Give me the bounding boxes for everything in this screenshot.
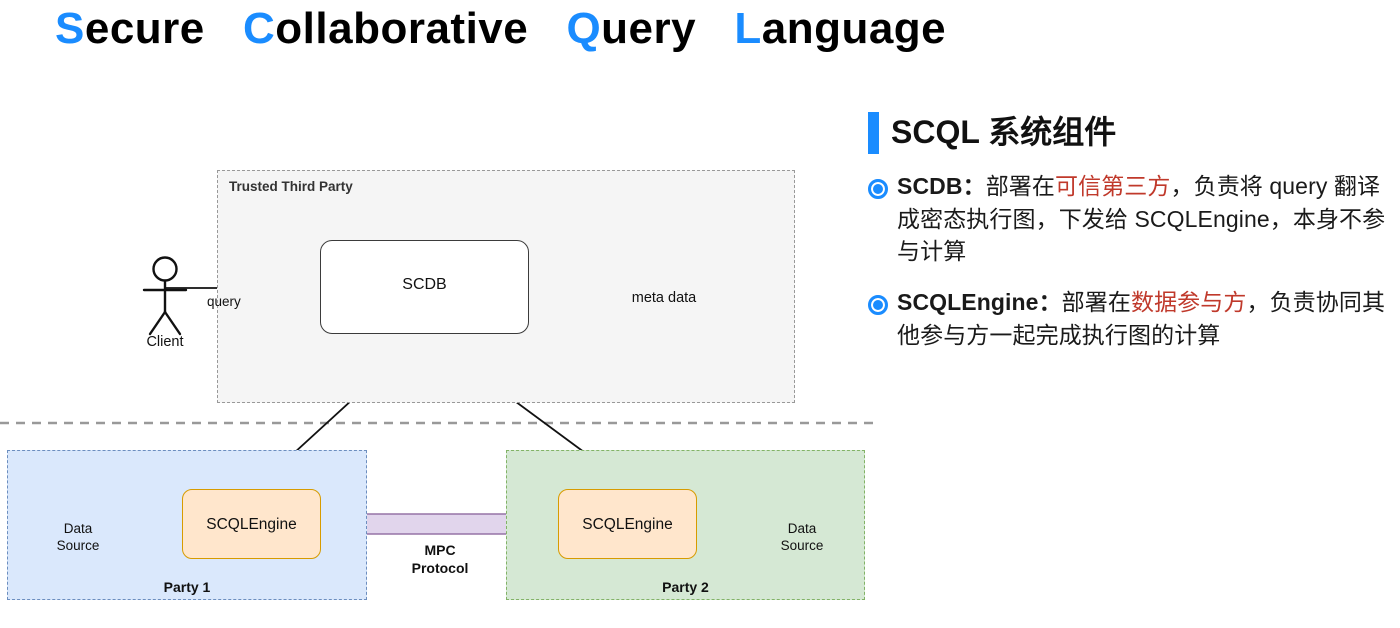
party1-datasource-line2: Source	[56, 537, 100, 553]
bullet-1-term: SCDB	[897, 173, 963, 199]
party2-datasource-label: Data Source	[764, 521, 840, 555]
metadata-store-label: meta data	[631, 290, 697, 306]
bullet-1-text: SCDB：部署在可信第三方，负责将 query 翻译成密态执行图，下发给 SCQ…	[897, 170, 1392, 268]
mpc-protocol-label: MPC Protocol	[375, 541, 505, 577]
bullet-2-highlight: 数据参与方	[1130, 288, 1247, 315]
party1-datasource-label: Data Source	[40, 521, 116, 555]
client-stick-figure	[142, 256, 188, 336]
panel-heading-row: SCQL 系统组件	[868, 112, 1392, 154]
bullet-2-before: 部署在	[1061, 288, 1131, 315]
bullet-1-before: 部署在	[985, 173, 1055, 199]
bullet-2-text: SCQLEngine：部署在数据参与方，负责协同其他参与方一起完成执行图的计算	[897, 286, 1392, 351]
scdb-node-label: SCDB	[402, 276, 447, 293]
bullet-marker-icon	[868, 294, 888, 315]
mpc-label-line1: MPC	[424, 542, 456, 558]
party2-datasource-line1: Data	[787, 521, 817, 536]
panel-accent-bar	[868, 112, 879, 154]
mpc-label-line2: Protocol	[411, 560, 469, 577]
bullet-1-highlight: 可信第三方	[1055, 173, 1171, 199]
party1-datasource-line1: Data	[63, 521, 93, 536]
list-item: SCDB：部署在可信第三方，负责将 query 翻译成密态执行图，下发给 SCQ…	[868, 170, 1392, 268]
client-label: Client	[146, 334, 184, 350]
bullet-2-separator: ：	[1038, 288, 1062, 315]
party1-scqlengine-label: SCQLEngine	[206, 516, 297, 533]
bullet-2-term: SCQLEngine	[897, 288, 1039, 315]
architecture-diagram: {} Trusted Third Party SCDB meta data qu…	[0, 0, 900, 628]
bullet-marker-icon	[868, 179, 888, 199]
list-item: SCQLEngine：部署在数据参与方，负责协同其他参与方一起完成执行图的计算	[868, 286, 1392, 351]
party1-label: Party 1	[163, 579, 211, 595]
scql-components-panel: SCQL 系统组件 SCDB：部署在可信第三方，负责将 query 翻译成密态执…	[868, 112, 1392, 369]
panel-heading: SCQL 系统组件	[891, 114, 1117, 151]
query-arrow-label: query	[207, 294, 241, 309]
bullet-1-separator: ：	[962, 173, 986, 199]
party2-datasource-line2: Source	[780, 537, 824, 553]
party2-label: Party 2	[662, 579, 709, 595]
trusted-third-party-label: Trusted Third Party	[229, 179, 353, 194]
party2-scqlengine-label: SCQLEngine	[582, 516, 673, 533]
